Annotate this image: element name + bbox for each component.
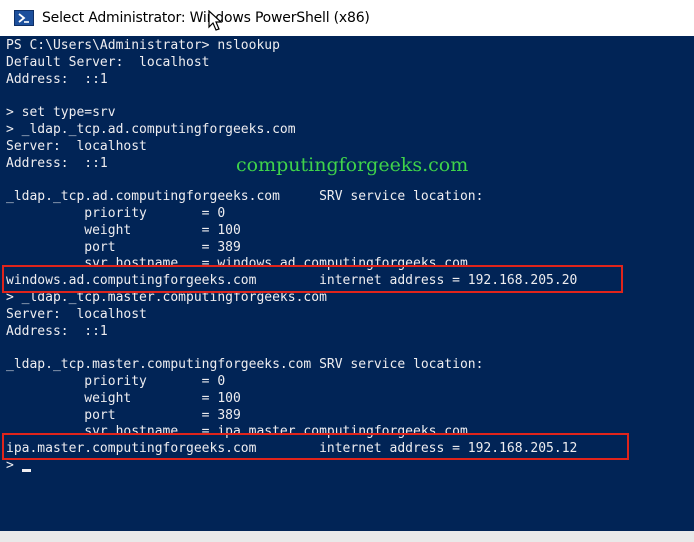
console-line: port = 389	[6, 407, 241, 423]
console-line: Default Server: localhost	[6, 54, 210, 70]
console-line: priority = 0	[6, 373, 226, 389]
console-line: Address: ::1	[6, 71, 108, 87]
console-line: > _ldap._tcp.ad.computingforgeeks.com	[6, 121, 296, 137]
window-bottom-edge	[0, 531, 694, 542]
title-bar[interactable]: Select Administrator: Windows PowerShell…	[0, 0, 694, 36]
console-line: Server: localhost	[6, 306, 147, 322]
console-output: PS C:\Users\Administrator> nslookup Defau…	[6, 38, 577, 475]
text-cursor	[22, 469, 31, 472]
console-line: > set type=srv	[6, 105, 116, 121]
console-line: port = 389	[6, 239, 241, 255]
window-title: Select Administrator: Windows PowerShell…	[42, 10, 370, 26]
console-line: Address: ::1	[6, 323, 108, 339]
powershell-icon	[14, 10, 34, 26]
console-area[interactable]: PS C:\Users\Administrator> nslookup Defau…	[0, 36, 694, 542]
console-line: _ldap._tcp.master.computingforgeeks.com …	[6, 357, 484, 373]
console-line: priority = 0	[6, 205, 226, 221]
console-line: weight = 100	[6, 222, 241, 238]
highlight-box-windows-result	[2, 265, 623, 293]
console-line: _ldap._tcp.ad.computingforgeeks.com SRV …	[6, 189, 484, 205]
watermark-text: computingforgeeks.com	[236, 154, 469, 176]
console-line: PS C:\Users\Administrator> nslookup	[6, 38, 280, 53]
console-line: >	[6, 457, 14, 473]
console-line: weight = 100	[6, 390, 241, 406]
mouse-pointer-icon	[208, 10, 223, 31]
highlight-box-ipa-result	[2, 433, 629, 460]
